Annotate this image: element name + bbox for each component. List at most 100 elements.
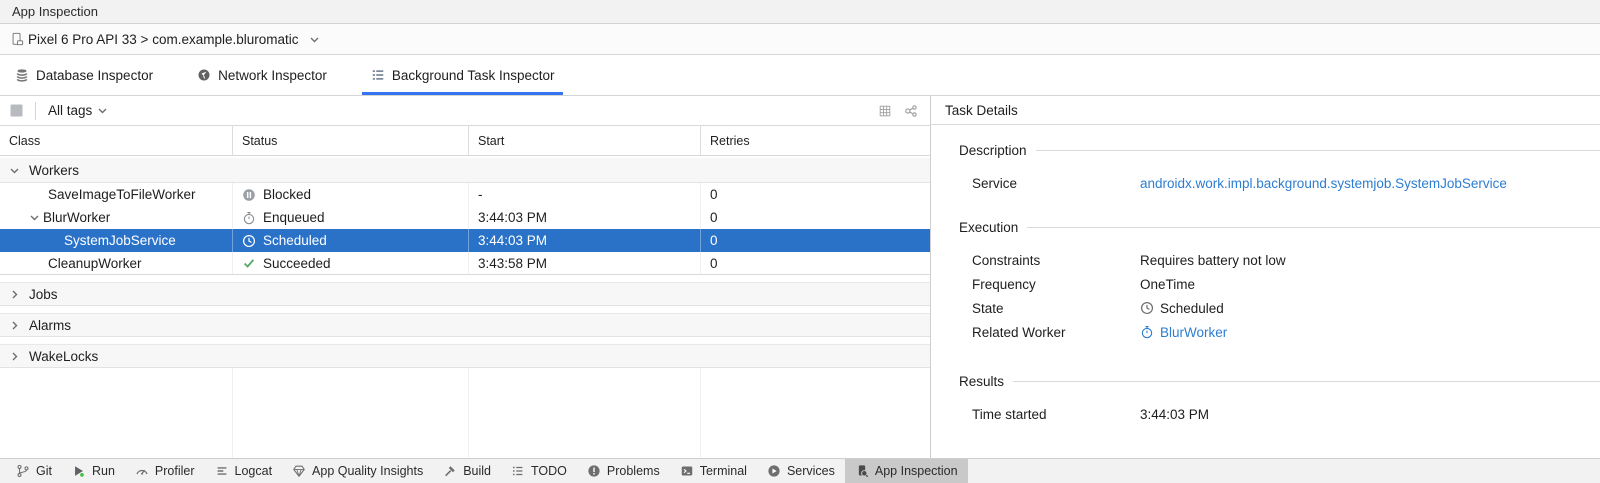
- toolwindow-button-label: Services: [787, 464, 835, 478]
- task-list-icon: [371, 68, 385, 82]
- check-icon: [242, 256, 256, 270]
- class-cell: CleanupWorker: [0, 252, 233, 274]
- toolwindow-button-problems[interactable]: Problems: [577, 459, 670, 483]
- toolwindow-button-services[interactable]: Services: [757, 459, 845, 483]
- toolwindow-button-run[interactable]: Run: [62, 459, 125, 483]
- section-title-text: Description: [959, 143, 1027, 158]
- detail-row-related-worker: Related WorkerBlurWorker: [959, 320, 1600, 344]
- inspector-tabs-bar: Database Inspector Network Inspector Backg…: [0, 55, 1600, 96]
- table-row-cleanupworker[interactable]: CleanupWorkerSucceeded3:43:58 PM0: [0, 252, 930, 275]
- group-row-jobs[interactable]: Jobs: [0, 282, 930, 306]
- stop-inspector-button[interactable]: [10, 104, 23, 117]
- detail-row-state: StateScheduled: [959, 296, 1600, 320]
- column-header-class[interactable]: Class: [0, 126, 233, 155]
- detail-value-text[interactable]: androidx.work.impl.background.systemjob.…: [1140, 176, 1507, 191]
- chevron-down-icon[interactable]: [26, 212, 43, 223]
- group-label: Workers: [29, 163, 79, 178]
- group-row-workers[interactable]: Workers: [0, 158, 930, 183]
- column-header-status[interactable]: Status: [233, 126, 469, 155]
- detail-value[interactable]: BlurWorker: [1140, 325, 1227, 340]
- stopwatch-icon: [242, 211, 256, 225]
- section-title-text: Execution: [959, 220, 1018, 235]
- tab-network[interactable]: Network Inspector: [188, 55, 336, 95]
- toolwindow-button-git[interactable]: Git: [6, 459, 62, 483]
- chevron-right-icon[interactable]: [9, 320, 20, 331]
- tab-database[interactable]: Database Inspector: [6, 55, 162, 95]
- start-text: 3:43:58 PM: [478, 256, 547, 271]
- retries-cell: 0: [701, 206, 930, 229]
- graph-view-button[interactable]: [902, 102, 920, 120]
- status-cell: Succeeded: [233, 252, 469, 274]
- table-view-button[interactable]: [876, 102, 894, 120]
- tab-background[interactable]: Background Task Inspector: [362, 55, 564, 95]
- detail-label: State: [972, 301, 1140, 316]
- git-branch-icon: [16, 464, 30, 478]
- status-cell: Scheduled: [233, 229, 469, 252]
- start-text: 3:44:03 PM: [478, 210, 547, 225]
- detail-value-text[interactable]: BlurWorker: [1160, 325, 1227, 340]
- column-header-retries[interactable]: Retries: [701, 126, 930, 155]
- table-row-blurworker[interactable]: BlurWorker Enqueued 3:44:03 PM 0: [0, 206, 930, 229]
- pause-circle-icon: [242, 188, 256, 202]
- status-text: Enqueued: [263, 210, 325, 225]
- empty-cell: [0, 368, 233, 458]
- toolwindow-button-app-quality-insights[interactable]: App Quality Insights: [282, 459, 433, 483]
- section-title-text: Results: [959, 374, 1004, 389]
- detail-value: OneTime: [1140, 277, 1195, 292]
- class-name: CleanupWorker: [48, 256, 142, 271]
- device-process-selector[interactable]: Pixel 6 Pro API 33 > com.example.bluroma…: [28, 32, 299, 47]
- chevron-down-icon[interactable]: [309, 34, 320, 45]
- terminal-icon: [680, 464, 694, 478]
- start-text: -: [478, 187, 483, 202]
- table-row-saveimagetofileworker[interactable]: SaveImageToFileWorkerBlocked-0: [0, 183, 930, 206]
- clock-icon: [1140, 301, 1154, 315]
- start-cell: -: [469, 183, 701, 206]
- toolwindow-button-label: App Quality Insights: [312, 464, 423, 478]
- toolwindow-button-label: Build: [463, 464, 491, 478]
- device-phone-icon: [10, 32, 24, 46]
- details-title: Task Details: [945, 103, 1018, 118]
- logcat-icon: [215, 464, 229, 478]
- column-header-start[interactable]: Start: [469, 126, 701, 155]
- all-tags-dropdown[interactable]: All tags: [48, 103, 108, 118]
- toolwindow-button-logcat[interactable]: Logcat: [205, 459, 283, 483]
- detail-value[interactable]: androidx.work.impl.background.systemjob.…: [1140, 176, 1507, 191]
- chevron-down-icon[interactable]: [9, 165, 20, 176]
- stopwatch-icon: [1140, 325, 1154, 339]
- section-rule: [1027, 227, 1600, 228]
- toolwindow-button-profiler[interactable]: Profiler: [125, 459, 205, 483]
- toolwindow-button-label: Run: [92, 464, 115, 478]
- profiler-gauge-icon: [135, 464, 149, 478]
- retries-text: 0: [710, 210, 718, 225]
- empty-cell: [233, 368, 469, 458]
- status-text: Blocked: [263, 187, 311, 202]
- table-row-systemjobservice[interactable]: SystemJobServiceScheduled3:44:03 PM0: [0, 229, 930, 252]
- details-body: Description Serviceandroidx.work.impl.bac…: [931, 125, 1600, 458]
- group-label: WakeLocks: [29, 349, 98, 364]
- group-row-alarms[interactable]: Alarms: [0, 313, 930, 337]
- build-hammer-icon: [443, 464, 457, 478]
- chevron-right-icon[interactable]: [9, 289, 20, 300]
- class-cell: SaveImageToFileWorker: [0, 183, 233, 206]
- start-text: 3:44:03 PM: [478, 233, 547, 248]
- run-play-icon: [72, 464, 86, 478]
- toolwindow-button-terminal[interactable]: Terminal: [670, 459, 757, 483]
- device-process-bar: Pixel 6 Pro API 33 > com.example.bluroma…: [0, 24, 1600, 55]
- detail-value-text: 3:44:03 PM: [1140, 407, 1209, 422]
- detail-row-service: Serviceandroidx.work.impl.background.sys…: [959, 171, 1600, 195]
- group-row-wakelocks[interactable]: WakeLocks: [0, 344, 930, 368]
- class-name: SystemJobService: [64, 233, 176, 248]
- toolwindow-button-app-inspection[interactable]: App Inspection: [845, 459, 968, 483]
- toolwindow-button-todo[interactable]: TODO: [501, 459, 577, 483]
- class-name: SaveImageToFileWorker: [48, 187, 196, 202]
- chevron-right-icon[interactable]: [9, 351, 20, 362]
- app-inspection-window: App Inspection Pixel 6 Pro API 33 > com.…: [0, 0, 1600, 483]
- task-details-panel: Task Details Description Serviceandroidx.…: [931, 96, 1600, 458]
- app-inspection-icon: [855, 464, 869, 478]
- todo-list-icon: [511, 464, 525, 478]
- detail-value: Requires battery not low: [1140, 253, 1286, 268]
- tab-label: Network Inspector: [218, 68, 327, 83]
- database-icon: [15, 68, 29, 82]
- class-cell: BlurWorker: [0, 206, 233, 229]
- toolwindow-button-build[interactable]: Build: [433, 459, 501, 483]
